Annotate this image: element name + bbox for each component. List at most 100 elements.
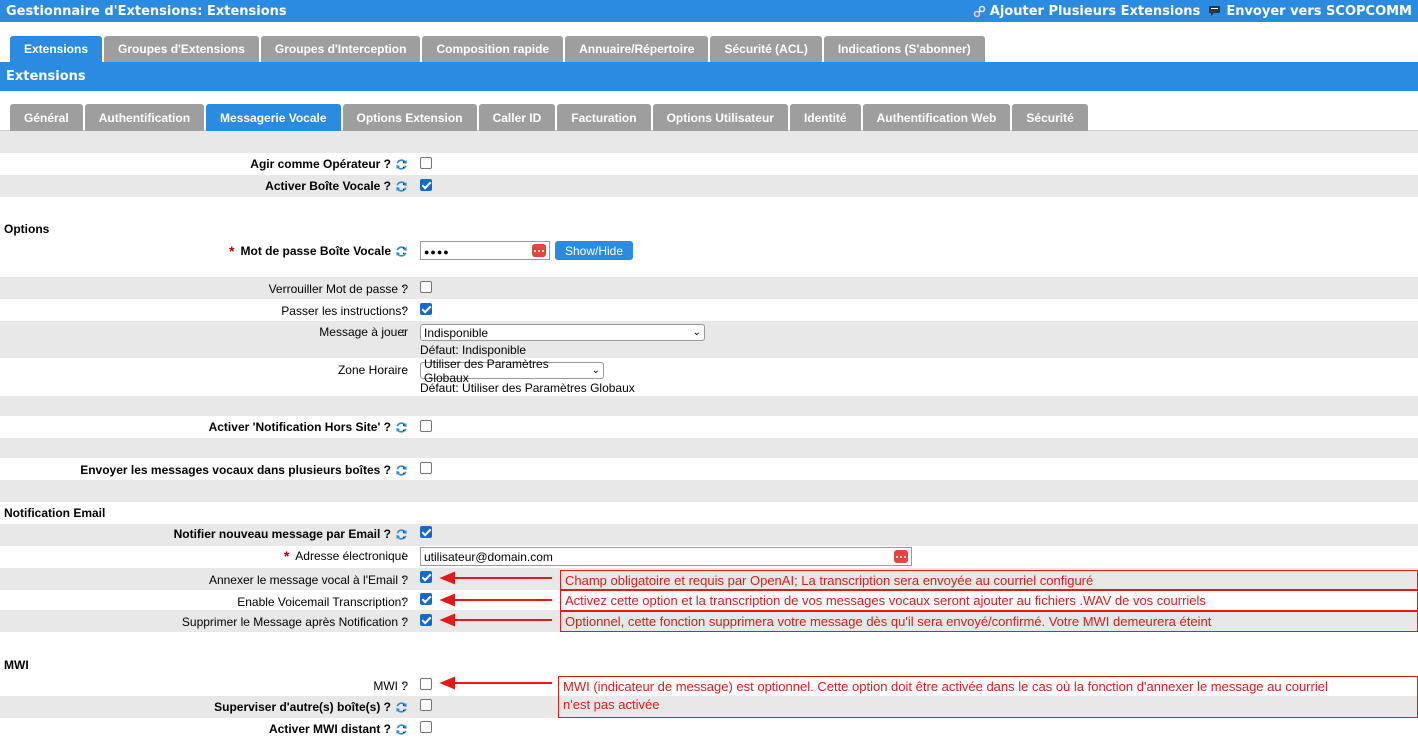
mwi-annotation-line2: n'est pas activée (563, 697, 660, 712)
email-label: Adresse électronique (295, 549, 408, 563)
remote-mwi-row: Activer MWI distant ? : (0, 720, 1418, 738)
lock-password-checkbox[interactable] (420, 281, 432, 293)
main-tabs: Extensions Groupes d'Extensions Groupes … (10, 36, 985, 62)
remote-mwi-checkbox[interactable] (420, 721, 432, 733)
tab-pickup-groups[interactable]: Groupes d'Interception (260, 36, 421, 62)
attach-checkbox[interactable] (420, 571, 432, 583)
multi-box-row: Envoyer les messages vocaux dans plusieu… (0, 460, 1418, 478)
send-to-scopcomm-label: Envoyer vers SCOPCOMM (1226, 3, 1412, 19)
voicemail-label: Activer Boîte Vocale ? (265, 179, 391, 193)
subtab-security[interactable]: Sécurité (1012, 104, 1088, 131)
transcription-checkbox[interactable] (420, 593, 432, 605)
transcription-label: Enable Voicemail Transcription? (237, 595, 408, 609)
tab-subscribe[interactable]: Indications (S'abonner) (823, 36, 985, 62)
subtab-voicemail[interactable]: Messagerie Vocale (206, 104, 341, 131)
mwi-checkbox[interactable] (420, 678, 432, 690)
delete-checkbox[interactable] (420, 614, 432, 626)
multi-box-checkbox[interactable] (420, 462, 432, 474)
tab-security-acl[interactable]: Sécurité (ACL) (710, 36, 822, 62)
email-input[interactable]: utilisateur@domain.com (420, 547, 912, 566)
delete-label: Supprimer le Message après Notification … (181, 615, 408, 629)
section-title: Extensions (0, 62, 1418, 91)
band (0, 396, 1418, 416)
notify-email-checkbox[interactable] (420, 526, 432, 538)
skip-instructions-checkbox[interactable] (420, 303, 432, 315)
timezone-label: Zone Horaire (337, 363, 408, 377)
page-title: Gestionnaire d'Extensions: Extensions (6, 3, 287, 19)
operator-label: Agir comme Opérateur ? (250, 157, 391, 171)
operator-checkbox[interactable] (420, 157, 432, 169)
timezone-row: Zone Horaire : Utiliser des Paramètres G… (337, 356, 635, 396)
subtab-web-auth[interactable]: Authentification Web (862, 104, 1011, 131)
notify-email-label: Notifier nouveau message par Email ? (173, 527, 391, 541)
mwi-heading: MWI (4, 658, 29, 672)
add-multiple-extensions-link[interactable]: Ajouter Plusieurs Extensions (973, 3, 1201, 19)
supervise-checkbox[interactable] (420, 699, 432, 711)
transcription-annotation: Activez cette option et la transcription… (560, 590, 1418, 611)
remote-mwi-label: Activer MWI distant ? (268, 722, 391, 736)
mwi-annotation: MWI (indicateur de message) est optionne… (558, 676, 1418, 718)
sub-tabs: Général Authentification Messagerie Voca… (10, 104, 1088, 131)
email-heading: Notification Email (4, 506, 106, 520)
send-to-scopcomm-link[interactable]: Envoyer vers SCOPCOMM (1208, 4, 1412, 19)
operator-row: Agir comme Opérateur ? : (0, 155, 1418, 173)
lock-password-row: Verrouiller Mot de passe ? : (0, 279, 1418, 297)
notify-email-row: Notifier nouveau message par Email ? : (0, 526, 1418, 544)
tab-extensions[interactable]: Extensions (10, 36, 103, 62)
password-value: ●●●● (424, 247, 450, 257)
annotation-arrows (439, 571, 552, 690)
attach-label: Annexer le message vocal à l'Email ? (208, 573, 408, 587)
attach-annotation: Champ obligatoire et requis par OpenAI; … (560, 570, 1418, 590)
message-select[interactable]: Indisponible ⌄ (420, 324, 705, 341)
tab-extension-groups[interactable]: Groupes d'Extensions (104, 36, 259, 62)
message-select-value: Indisponible (424, 325, 489, 340)
skip-instructions-row: Passer les instructions? : (0, 301, 1418, 319)
lock-password-label: Verrouiller Mot de passe ? (268, 282, 408, 296)
title-bar: Gestionnaire d'Extensions: Extensions Aj… (0, 0, 1418, 22)
sub-tabs-bar: Général Authentification Messagerie Voca… (0, 91, 1418, 131)
email-value: utilisateur@domain.com (424, 550, 553, 564)
subtab-caller-id[interactable]: Caller ID (478, 104, 556, 131)
link-icon (973, 5, 986, 17)
required-marker: * (229, 243, 235, 259)
timezone-select[interactable]: Utiliser des Paramètres Globaux ⌄ (420, 357, 604, 385)
band (0, 480, 1418, 502)
password-options-icon[interactable] (532, 244, 546, 257)
password-input[interactable]: ●●●● (420, 241, 550, 260)
email-row: * Adresse électronique : utilisateur@dom… (0, 546, 1418, 568)
mwi-annotation-line1: MWI (indicateur de message) est optionne… (563, 679, 1328, 694)
show-hide-button[interactable]: Show/Hide (555, 241, 634, 260)
password-label: Mot de passe Boîte Vocale (240, 244, 392, 258)
voicemail-checkbox[interactable] (420, 179, 432, 191)
tab-speed-dial[interactable]: Composition rapide (422, 36, 564, 62)
subtab-user-options[interactable]: Options Utilisateur (652, 104, 788, 131)
add-multiple-extensions-label: Ajouter Plusieurs Extensions (989, 3, 1201, 19)
subtab-extension-options[interactable]: Options Extension (342, 104, 477, 131)
timezone-default: Défaut: Utiliser des Paramètres Globaux (420, 381, 635, 395)
required-marker: * (283, 548, 290, 564)
offsite-row: Activer 'Notification Hors Site' ? : (0, 418, 1418, 436)
band (0, 131, 1418, 153)
offsite-label: Activer 'Notification Hors Site' ? (208, 420, 391, 434)
subtab-authentication[interactable]: Authentification (84, 104, 205, 131)
message-default: Défaut: Indisponible (420, 343, 527, 357)
subtab-general[interactable]: Général (10, 104, 83, 131)
skip-instructions-label: Passer les instructions? (281, 304, 408, 318)
subtab-billing[interactable]: Facturation (557, 104, 651, 131)
band (0, 438, 1418, 458)
subtab-identity[interactable]: Identité (789, 104, 861, 131)
chat-icon (1209, 5, 1221, 16)
message-row: Message à jouer : Indisponible ⌄ Défaut:… (0, 323, 1418, 357)
offsite-checkbox[interactable] (420, 420, 432, 432)
email-options-icon[interactable] (894, 550, 908, 563)
password-row: * Mot de passe Boîte Vocale : ●●●● Show/… (0, 240, 1418, 262)
chevron-down-icon: ⌄ (692, 327, 701, 338)
supervise-label: Superviser d'autre(s) boîte(s) ? (214, 700, 391, 714)
delete-annotation: Optionnel, cette fonction supprimera vot… (560, 611, 1418, 632)
chevron-down-icon: ⌄ (591, 365, 600, 376)
multi-box-label: Envoyer les messages vocaux dans plusieu… (80, 463, 391, 477)
options-heading: Options (4, 222, 50, 236)
voicemail-row: Activer Boîte Vocale ? : (0, 177, 1418, 195)
tab-directory[interactable]: Annuaire/Répertoire (565, 36, 709, 62)
message-label: Message à jouer (319, 325, 408, 339)
